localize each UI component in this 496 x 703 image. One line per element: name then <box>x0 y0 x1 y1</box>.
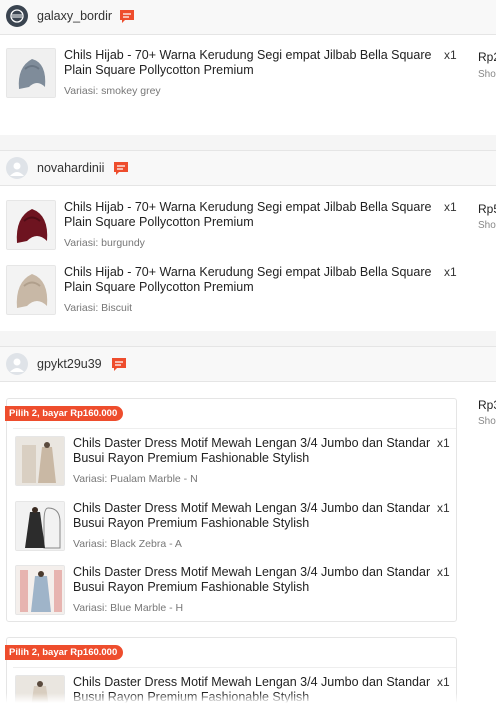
product-thumbnail <box>6 200 56 250</box>
product-title[interactable]: Chils Hijab - 70+ Warna Kerudung Segi em… <box>64 48 439 78</box>
order-item[interactable]: Chils Daster Dress Motif Mewah Lengan 3/… <box>13 501 453 559</box>
product-variant: Variasi: Blue Marble - H <box>73 602 184 614</box>
product-quantity: x1 <box>437 501 450 515</box>
bottom-fade <box>0 693 496 703</box>
product-title[interactable]: Chils Hijab - 70+ Warna Kerudung Segi em… <box>64 265 439 295</box>
product-title[interactable]: Chils Daster Dress Motif Mewah Lengan 3/… <box>73 436 433 466</box>
product-thumbnail <box>15 501 65 551</box>
product-quantity: x1 <box>437 675 450 689</box>
bundle-deal-badge: Pilih 2, bayar Rp160.000 <box>5 406 124 421</box>
shop-header: galaxy_bordir <box>0 0 496 35</box>
product-title[interactable]: Chils Daster Dress Motif Mewah Lengan 3/… <box>73 501 433 531</box>
order-item[interactable]: Chils Daster Dress Motif Mewah Lengan 3/… <box>13 436 453 494</box>
product-variant: Variasi: burgundy <box>64 237 145 249</box>
shop-username[interactable]: gpykt29u39 <box>37 357 102 371</box>
product-thumbnail <box>15 565 65 615</box>
product-variant: Variasi: smokey grey <box>64 85 161 97</box>
product-thumbnail <box>6 265 56 315</box>
order-divider <box>0 331 496 346</box>
shop-username[interactable]: galaxy_bordir <box>37 9 112 23</box>
product-title[interactable]: Chils Daster Dress Motif Mewah Lengan 3/… <box>73 565 433 595</box>
order-item[interactable]: Chils Hijab - 70+ Warna Kerudung Segi em… <box>6 48 466 104</box>
product-variant: Variasi: Pualam Marble - N <box>73 473 198 485</box>
chat-icon[interactable] <box>111 356 127 372</box>
bundle-deal-badge: Pilih 2, bayar Rp160.000 <box>5 645 124 660</box>
product-variant: Variasi: Black Zebra - A <box>73 538 182 550</box>
order-shipping: Sho <box>478 69 496 80</box>
product-quantity: x1 <box>437 436 450 450</box>
order-price: Rp2 <box>478 50 496 64</box>
product-quantity: x1 <box>444 200 457 214</box>
order-item[interactable]: Chils Hijab - 70+ Warna Kerudung Segi em… <box>6 265 466 321</box>
bundle-items: Chils Daster Dress Motif Mewah Lengan 3/… <box>13 428 456 622</box>
shop-username[interactable]: novahardinii <box>37 161 104 175</box>
product-title[interactable]: Chils Hijab - 70+ Warna Kerudung Segi em… <box>64 200 439 230</box>
order-item[interactable]: Chils Daster Dress Motif Mewah Lengan 3/… <box>13 565 453 623</box>
order-price: Rp3 <box>478 398 496 412</box>
chat-icon[interactable] <box>113 160 129 176</box>
shop-avatar[interactable] <box>6 5 28 27</box>
shop-avatar[interactable] <box>6 157 28 179</box>
product-variant: Variasi: Biscuit <box>64 302 133 314</box>
order-price: Rp5 <box>478 202 496 216</box>
product-quantity: x1 <box>444 48 457 62</box>
order-divider <box>0 135 496 150</box>
order-shipping: Sho <box>478 416 496 427</box>
order-item[interactable]: Chils Hijab - 70+ Warna Kerudung Segi em… <box>6 200 466 256</box>
product-quantity: x1 <box>437 565 450 579</box>
order-shipping: Sho <box>478 220 496 231</box>
bundle-deal-box: Pilih 2, bayar Rp160.000 Chils Daster Dr… <box>5 398 457 622</box>
product-thumbnail <box>6 48 56 98</box>
product-thumbnail <box>15 436 65 486</box>
shop-header: novahardinii <box>0 150 496 186</box>
product-quantity: x1 <box>444 265 457 279</box>
shop-avatar[interactable] <box>6 353 28 375</box>
shop-header: gpykt29u39 <box>0 346 496 382</box>
chat-icon[interactable] <box>119 8 135 24</box>
